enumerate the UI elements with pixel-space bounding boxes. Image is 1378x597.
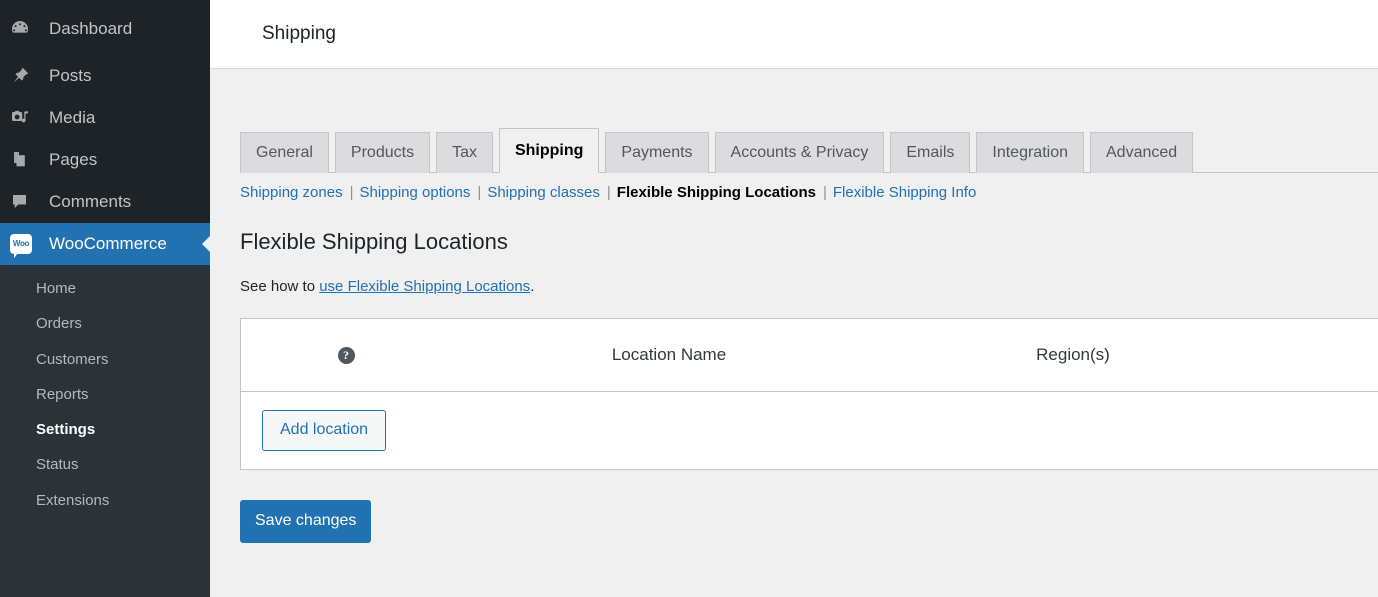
tab-integration[interactable]: Integration [976,131,1084,173]
subnav-separator: | [477,184,482,201]
admin-sidebar: Dashboard Posts Media Pages Comments Woo… [0,0,210,597]
docs-link[interactable]: use Flexible Shipping Locations [319,278,530,295]
sidebar-item-pages[interactable]: Pages [0,139,210,181]
tab-advanced[interactable]: Advanced [1090,131,1194,173]
column-help: ? [241,346,451,364]
sidebar-item-dashboard[interactable]: Dashboard [0,8,210,50]
section-title: Flexible Shipping Locations [240,229,508,254]
sidebar-item-comments[interactable]: Comments [0,181,210,223]
subnav-link-shipping-options[interactable]: Shipping options [359,184,470,201]
save-changes-button[interactable]: Save changes [240,500,372,544]
tab-accounts-privacy[interactable]: Accounts & Privacy [714,131,885,173]
page-title-header: Shipping [262,23,336,44]
tab-products[interactable]: Products [334,131,431,173]
subnav-separator: | [822,184,827,201]
description-prefix: See how to [240,278,320,295]
sidebar-item-label: Comments [49,192,132,211]
add-location-button[interactable]: Add location [262,409,387,452]
submenu-item-orders[interactable]: Orders [0,306,210,341]
section-description: See how to use Flexible Shipping Locatio… [240,278,1378,295]
submenu-item-status[interactable]: Status [0,447,210,482]
subnav-link-flexible-shipping-locations[interactable]: Flexible Shipping Locations [617,184,816,201]
pages-icon [10,150,40,170]
submenu-item-customers[interactable]: Customers [0,342,210,377]
dashboard-icon [10,19,40,39]
submenu-item-extensions[interactable]: Extensions [0,483,210,518]
admin-screen: Dashboard Posts Media Pages Comments Woo… [0,0,1378,597]
tab-emails[interactable]: Emails [890,131,971,173]
sidebar-item-label: Posts [49,66,92,85]
tab-general[interactable]: General [240,131,329,173]
sidebar-item-label: Pages [49,150,98,169]
table-header-row: ? Location Name Region(s) [241,319,1378,392]
locations-table: ? Location Name Region(s) Add location [240,318,1378,470]
sidebar-item-media[interactable]: Media [0,97,210,139]
submenu-item-reports[interactable]: Reports [0,377,210,412]
sidebar-item-label: WooCommerce [49,234,167,253]
tab-payments[interactable]: Payments [605,131,709,173]
description-suffix: . [530,278,535,295]
subnav-link-shipping-classes[interactable]: Shipping classes [487,184,600,201]
table-body: Add location [241,392,1378,469]
subnav-separator: | [606,184,611,201]
woo-logo-text: Woo [12,239,30,248]
subnav-link-shipping-zones[interactable]: Shipping zones [240,184,343,201]
sidebar-item-label: Dashboard [49,19,133,38]
sidebar-submenu: Home Orders Customers Reports Settings S… [0,265,210,597]
woocommerce-logo: Woo [10,234,40,258]
page-header: Shipping [210,0,1378,69]
tab-shipping[interactable]: Shipping [498,127,600,173]
subnav-separator: | [349,184,354,201]
pin-icon [10,66,40,86]
submenu-item-settings[interactable]: Settings [0,412,210,447]
main-area: Shipping General Products Tax Shipping P… [210,0,1378,597]
sidebar-item-posts[interactable]: Posts [0,55,210,97]
comment-icon [10,192,40,212]
tab-tax[interactable]: Tax [436,131,493,173]
subnav-link-flexible-shipping-info[interactable]: Flexible Shipping Info [833,184,976,201]
settings-tabs: General Products Tax Shipping Payments A… [240,125,1378,173]
submenu-item-home[interactable]: Home [0,271,210,306]
help-icon[interactable]: ? [337,346,355,364]
content-area: General Products Tax Shipping Payments A… [210,125,1378,544]
sidebar-menu: Dashboard Posts Media Pages Comments Woo… [0,0,210,265]
column-header-location-name: Location Name [611,345,727,364]
sidebar-item-label: Media [49,108,96,127]
media-icon [10,108,40,128]
sidebar-item-woocommerce[interactable]: Woo WooCommerce [0,223,210,265]
column-header-regions: Region(s) [1036,345,1110,364]
subnav: Shipping zones | Shipping options | Ship… [240,184,1378,201]
